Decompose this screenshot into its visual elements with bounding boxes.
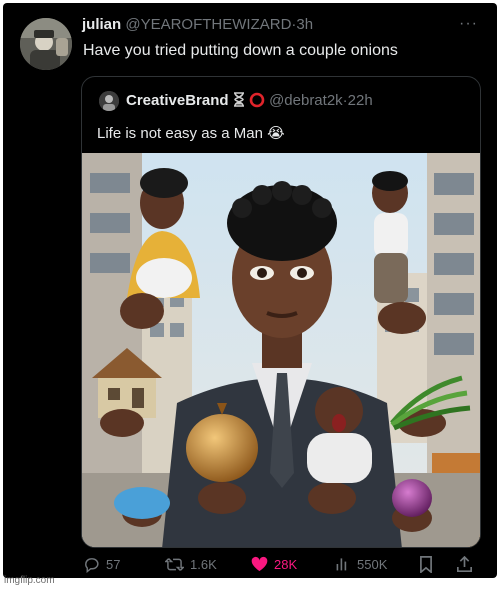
- tweet-text: Have you tried putting down a couple oni…: [83, 42, 398, 59]
- action-bar: 57 1.6K 28K 550K: [83, 556, 483, 576]
- like-icon: [251, 556, 268, 572]
- reply-icon: [83, 556, 100, 573]
- share-icon: [457, 556, 472, 573]
- ring-icon: [249, 92, 269, 109]
- share-button[interactable]: [457, 556, 472, 573]
- quoted-header: CreativeBrand @debrat2k·22h: [126, 92, 373, 109]
- like-button[interactable]: 28K: [251, 556, 297, 572]
- views-count: 550K: [357, 556, 388, 572]
- repost-icon: [165, 556, 184, 573]
- tweet-header: julian @YEAROFTHEWIZARD·3h: [82, 16, 313, 33]
- tweet-time[interactable]: 3h: [296, 16, 313, 33]
- author-avatar[interactable]: [20, 18, 72, 70]
- watermark: imgflip.com: [4, 575, 55, 586]
- quoted-text-content: Life is not easy as a Man: [97, 125, 263, 142]
- bookmark-icon: [419, 556, 433, 573]
- views-button[interactable]: 550K: [335, 556, 387, 572]
- repost-button[interactable]: 1.6K: [165, 556, 217, 573]
- screenshot-frame: julian @YEAROFTHEWIZARD·3h ··· Have you …: [0, 0, 500, 589]
- author-name[interactable]: julian: [82, 16, 121, 33]
- tweet-card[interactable]: julian @YEAROFTHEWIZARD·3h ··· Have you …: [3, 3, 497, 578]
- hourglass-icon: [233, 92, 249, 109]
- quoted-tweet[interactable]: CreativeBrand @debrat2k·22h Life is not …: [81, 76, 481, 548]
- views-icon: [335, 556, 351, 572]
- author-handle[interactable]: @YEAROFTHEWIZARD: [125, 16, 291, 33]
- reply-count: 57: [106, 557, 121, 572]
- quoted-author-avatar[interactable]: [99, 91, 119, 111]
- reply-button[interactable]: 57: [83, 556, 120, 573]
- quoted-text: Life is not easy as a Man 😭: [97, 124, 285, 142]
- more-horizontal-icon[interactable]: ···: [459, 15, 478, 33]
- quoted-image[interactable]: [82, 153, 481, 548]
- quoted-author-name[interactable]: CreativeBrand: [126, 92, 229, 109]
- quoted-author-handle[interactable]: @debrat2k: [269, 92, 343, 109]
- like-count: 28K: [274, 556, 298, 572]
- bookmark-button[interactable]: [419, 556, 433, 573]
- repost-count: 1.6K: [190, 557, 217, 572]
- quoted-time[interactable]: 22h: [348, 92, 373, 109]
- crying-emoji: 😭: [267, 125, 285, 142]
